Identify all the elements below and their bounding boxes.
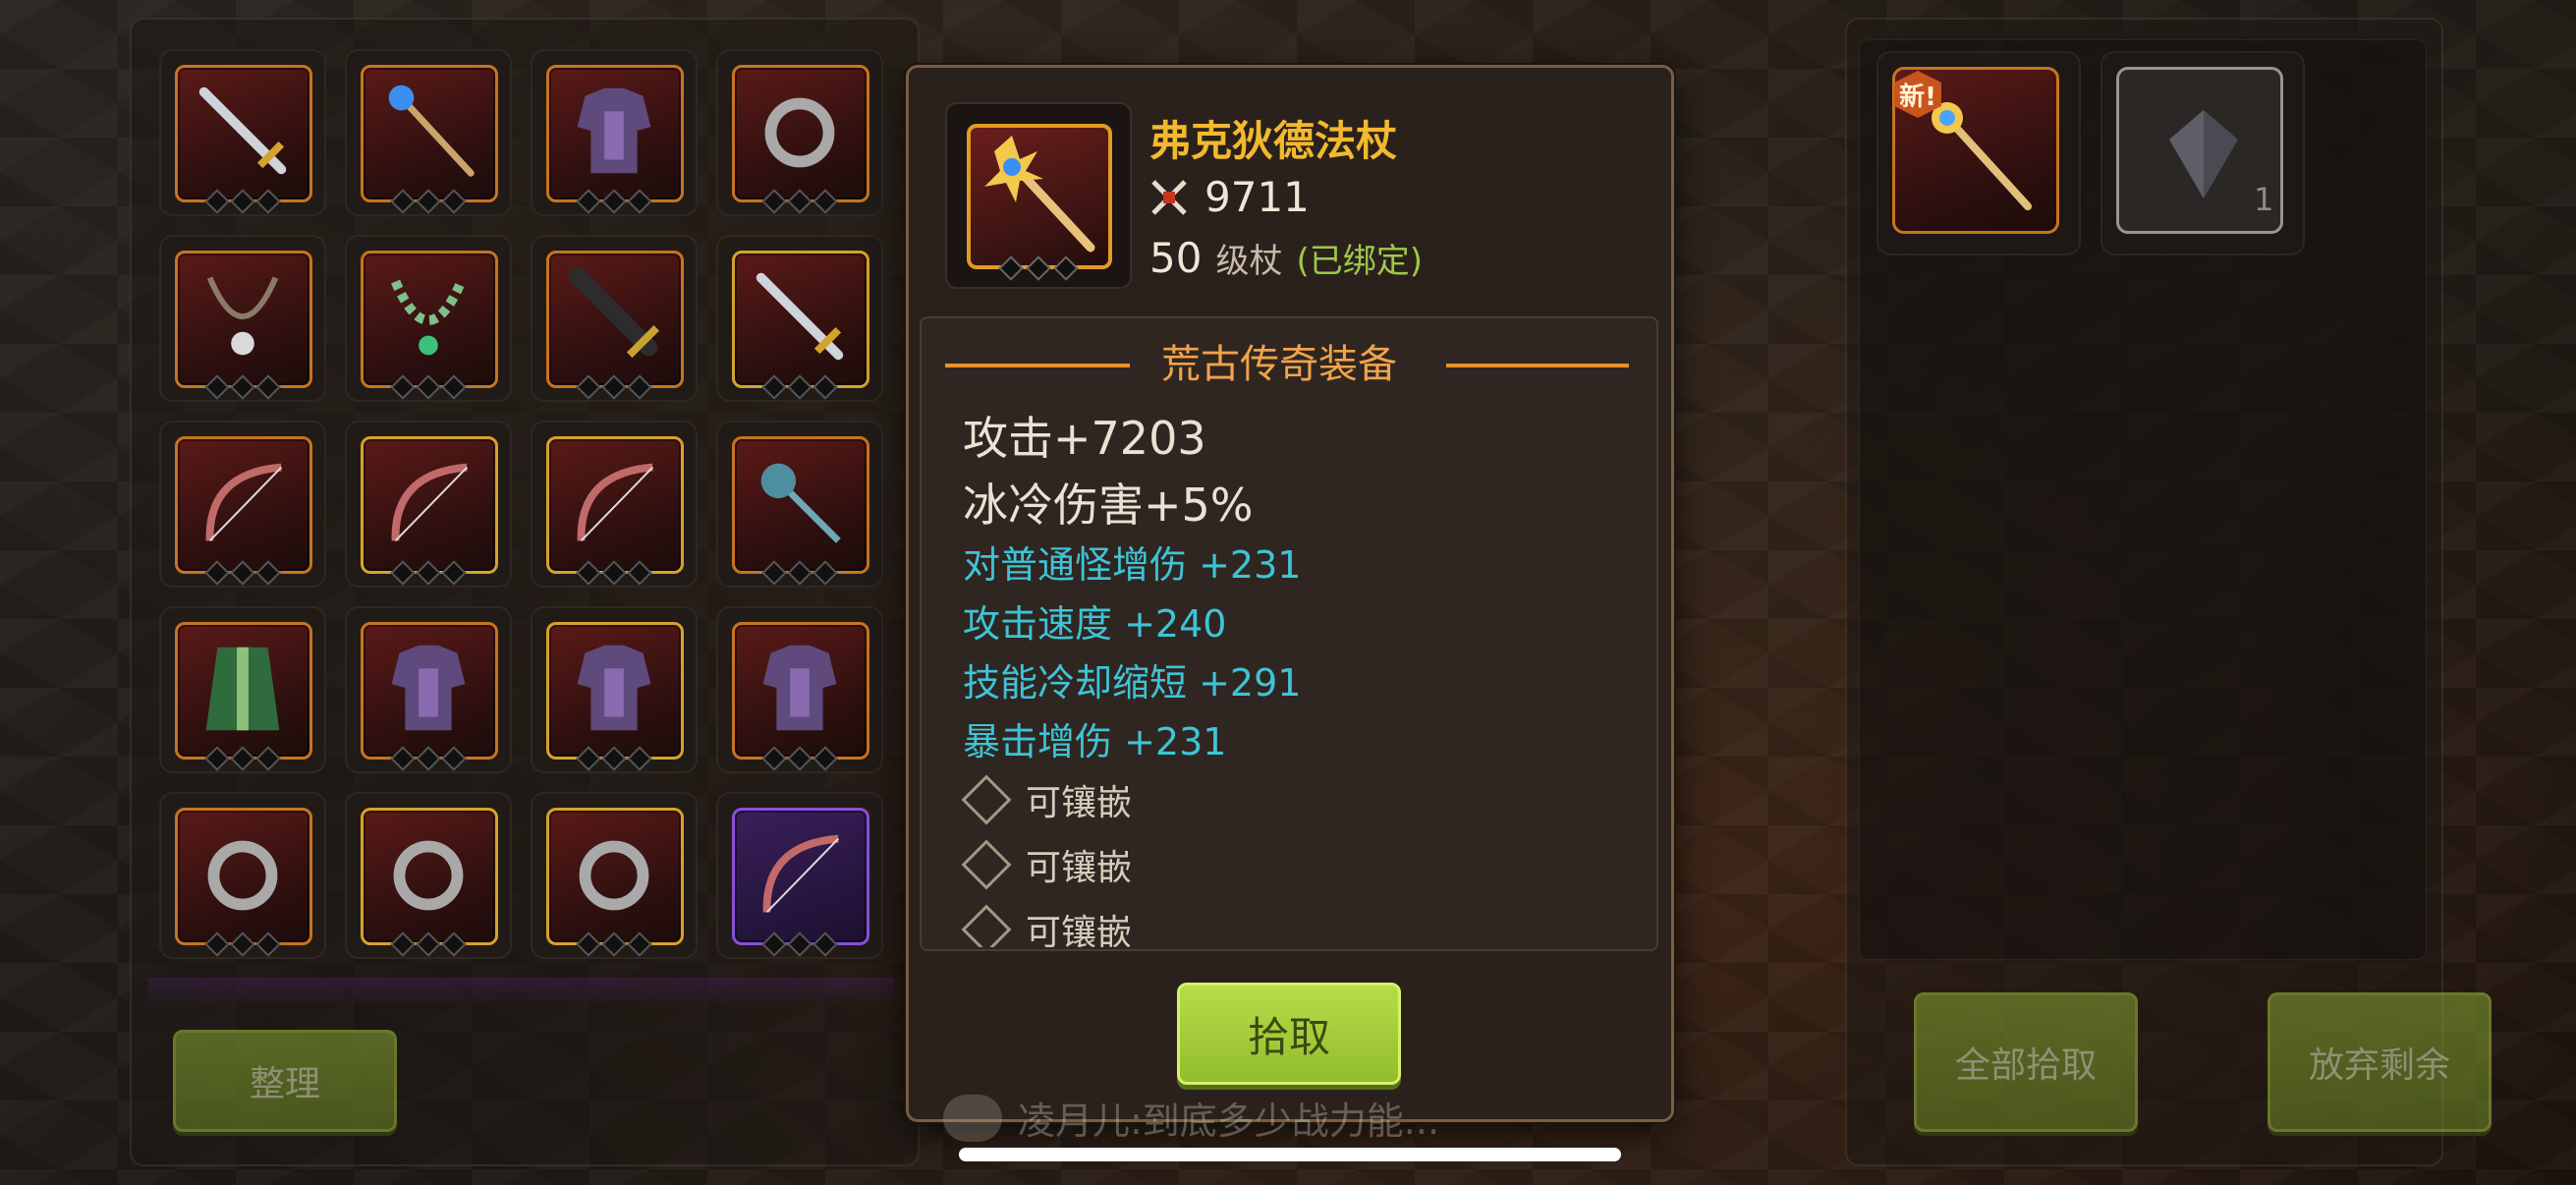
sort-button[interactable]: 整理 xyxy=(173,1030,397,1132)
rarity-diamonds xyxy=(204,931,281,957)
staff-icon xyxy=(388,85,475,177)
item-icon-slot xyxy=(945,102,1132,289)
rarity-diamonds xyxy=(576,374,652,400)
rarity-diamonds xyxy=(204,189,281,214)
rarity-diamonds xyxy=(390,931,467,957)
armor-icon xyxy=(762,645,837,731)
inventory-slot[interactable] xyxy=(159,235,326,402)
crystal-icon xyxy=(2169,110,2238,198)
inventory-slot[interactable] xyxy=(159,421,326,588)
armor-icon xyxy=(391,645,466,731)
rarity-diamonds xyxy=(576,746,652,771)
robe-icon xyxy=(205,647,280,731)
armor-icon xyxy=(577,645,651,731)
rarity-diamonds xyxy=(204,560,281,586)
greatsword-icon xyxy=(568,266,660,359)
rarity-diamonds xyxy=(390,560,467,586)
item-stats-box[interactable] xyxy=(920,316,1658,951)
chat-bubble-icon xyxy=(943,1094,1002,1142)
item-rarity-diamonds xyxy=(998,255,1079,281)
inventory-slot[interactable] xyxy=(716,421,883,588)
inventory-slot[interactable] xyxy=(716,49,883,216)
level-row: 50 级杖 (已绑定) xyxy=(1149,234,1423,282)
inventory-slot[interactable] xyxy=(159,792,326,959)
inventory-slot[interactable] xyxy=(716,606,883,773)
armor-icon xyxy=(577,87,651,174)
inventory-slot[interactable] xyxy=(531,421,698,588)
mace-icon xyxy=(760,463,841,543)
pickup-button[interactable]: 拾取 xyxy=(1177,983,1401,1085)
bow-icon xyxy=(577,463,654,542)
inventory-slot[interactable] xyxy=(345,49,512,216)
inventory-next-row-hint xyxy=(147,978,894,1007)
inventory-slot[interactable] xyxy=(716,235,883,402)
bow-icon xyxy=(762,834,840,914)
ring-icon xyxy=(207,840,278,911)
loot-slot-crystal[interactable] xyxy=(2100,51,2305,255)
item-type: 级杖 xyxy=(1215,242,1283,281)
inventory-slot[interactable] xyxy=(531,49,698,216)
bound-status: (已绑定) xyxy=(1296,242,1423,281)
rarity-diamonds xyxy=(761,189,838,214)
legendary-equipment-title: 荒古传奇装备 xyxy=(1161,342,1397,387)
inventory-slot[interactable] xyxy=(345,792,512,959)
power-row: 9711 xyxy=(1149,173,1310,221)
rarity-diamonds xyxy=(576,189,652,214)
staff-icon xyxy=(984,136,1095,253)
title-rule-left xyxy=(945,364,1130,367)
ring-icon xyxy=(579,840,649,911)
rarity-diamonds xyxy=(761,931,838,957)
rarity-diamonds xyxy=(761,374,838,400)
combat-power-value: 9711 xyxy=(1204,173,1310,221)
inventory-slot[interactable] xyxy=(345,235,512,402)
inventory-slot[interactable] xyxy=(531,792,698,959)
ring-icon xyxy=(393,840,464,911)
inventory-slot[interactable] xyxy=(159,49,326,216)
inventory-slot[interactable] xyxy=(716,792,883,959)
ring-icon xyxy=(764,97,835,168)
bow-icon xyxy=(391,463,469,542)
rarity-diamonds xyxy=(576,560,652,586)
rarity-diamonds xyxy=(204,746,281,771)
crossed-swords-icon xyxy=(1151,179,1187,215)
discard-rest-button[interactable]: 放弃剩余 xyxy=(2268,992,2492,1132)
loot-count: 1 xyxy=(2254,181,2274,218)
rarity-diamonds xyxy=(390,746,467,771)
home-indicator[interactable] xyxy=(959,1148,1621,1161)
rarity-diamonds xyxy=(761,746,838,771)
sword-icon xyxy=(198,86,287,175)
pick-all-button[interactable]: 全部拾取 xyxy=(1914,992,2138,1132)
rarity-diamonds xyxy=(390,189,467,214)
inventory-slot[interactable] xyxy=(345,421,512,588)
necklace-icon xyxy=(206,276,279,356)
bow-icon xyxy=(205,463,283,542)
chat-line[interactable]: 凌月儿:到底多少战力能... xyxy=(943,1091,1439,1145)
rarity-diamonds xyxy=(390,374,467,400)
inventory-slot[interactable] xyxy=(345,606,512,773)
sword-icon xyxy=(756,272,844,361)
rarity-diamonds xyxy=(576,931,652,957)
bead-necklace-icon xyxy=(391,279,466,356)
item-name: 弗克狄德法杖 xyxy=(1149,117,1398,165)
inventory-slot[interactable] xyxy=(531,235,698,402)
title-rule-right xyxy=(1446,364,1629,367)
inventory-slot[interactable] xyxy=(531,606,698,773)
inventory-slot[interactable] xyxy=(159,606,326,773)
item-level: 50 xyxy=(1149,234,1203,282)
rarity-diamonds xyxy=(761,560,838,586)
rarity-diamonds xyxy=(204,374,281,400)
chat-message: 凌月儿:到底多少战力能... xyxy=(1018,1100,1440,1143)
